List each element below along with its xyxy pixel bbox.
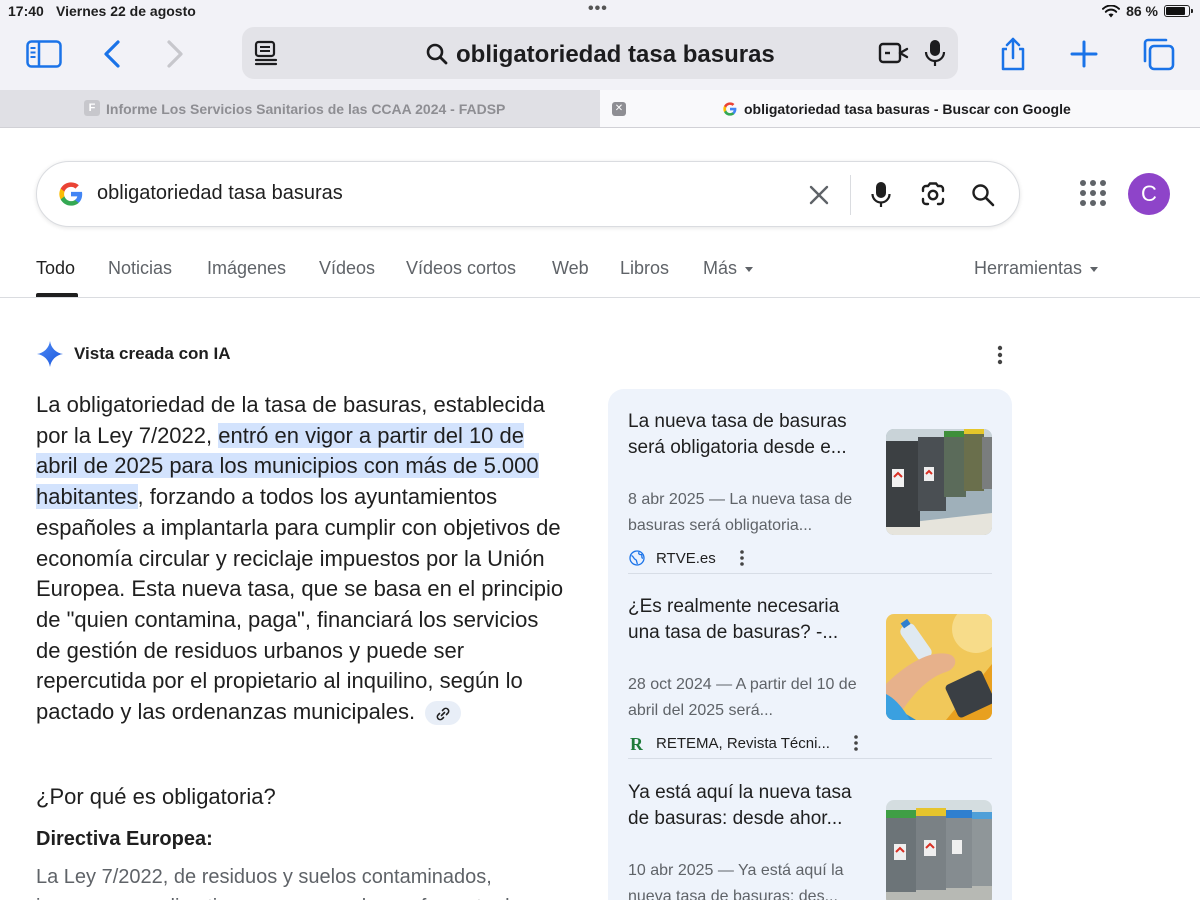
source-title[interactable]: ¿Es realmente necesaria una tasa de basu… bbox=[628, 594, 872, 646]
sidebar-icon[interactable] bbox=[24, 36, 64, 72]
source-site: R RETEMA, Revista Técni... bbox=[628, 732, 866, 754]
search-input[interactable]: obligatoriedad tasa basuras bbox=[97, 182, 343, 205]
multitasking-dots-icon[interactable]: ••• bbox=[588, 0, 608, 18]
ai-sources-panel: La nueva tasa de basuras será obligatori… bbox=[608, 389, 1012, 900]
google-apps-icon[interactable] bbox=[1078, 178, 1108, 208]
tabs-overview-icon[interactable] bbox=[1138, 36, 1178, 72]
tools-button[interactable]: Herramientas bbox=[974, 258, 1099, 279]
source-card[interactable]: La nueva tasa de basuras será obligatori… bbox=[628, 409, 992, 575]
ai-text-rest: , forzando a todos los ayuntamientos esp… bbox=[36, 484, 564, 725]
tab-noticias[interactable]: Noticias bbox=[108, 258, 172, 279]
search-divider bbox=[850, 175, 851, 215]
tab-videos[interactable]: Vídeos bbox=[319, 258, 375, 279]
tab-web[interactable]: Web bbox=[552, 258, 589, 279]
status-date: Viernes 22 de agosto bbox=[56, 3, 196, 19]
account-avatar[interactable]: C bbox=[1128, 173, 1170, 215]
svg-text:R: R bbox=[630, 734, 644, 752]
tab-google-search[interactable]: ✕ obligatoriedad tasa basuras - Buscar c… bbox=[600, 90, 1200, 127]
search-nav-tabs: Todo Noticias Imágenes Vídeos Vídeos cor… bbox=[0, 258, 1200, 298]
source-title[interactable]: Ya está aquí la nueva tasa de basuras: d… bbox=[628, 780, 872, 832]
lens-search-icon[interactable] bbox=[917, 179, 949, 211]
page-menu-icon[interactable] bbox=[254, 40, 278, 66]
tab-videos-cortos[interactable]: Vídeos cortos bbox=[406, 258, 516, 279]
citation-link-icon[interactable] bbox=[425, 701, 462, 726]
tab-title: Informe Los Servicios Sanitarios de las … bbox=[106, 101, 506, 117]
battery-icon bbox=[1164, 5, 1193, 17]
more-options-icon[interactable] bbox=[990, 344, 1010, 366]
more-options-icon[interactable] bbox=[846, 734, 866, 752]
source-site-name: RTVE.es bbox=[656, 549, 716, 567]
source-snippet: 28 oct 2024 — A partir del 10 de abril d… bbox=[628, 676, 857, 719]
status-indicators: 86 % bbox=[1102, 3, 1193, 19]
wifi-icon bbox=[1102, 4, 1121, 17]
source-thumbnail[interactable] bbox=[886, 800, 992, 900]
share-icon[interactable] bbox=[993, 36, 1033, 72]
search-submit-icon[interactable] bbox=[967, 179, 999, 211]
clear-search-icon[interactable] bbox=[803, 179, 835, 211]
source-card[interactable]: Ya está aquí la nueva tasa de basuras: d… bbox=[628, 780, 992, 900]
back-icon[interactable] bbox=[92, 36, 132, 72]
source-snippet: 8 abr 2025 — La nueva tasa de basuras se… bbox=[628, 491, 853, 534]
tab-bar: F Informe Los Servicios Sanitarios de la… bbox=[0, 90, 1200, 128]
source-card[interactable]: ¿Es realmente necesaria una tasa de basu… bbox=[628, 594, 992, 760]
tab-imagenes[interactable]: Imágenes bbox=[207, 258, 286, 279]
microphone-icon[interactable] bbox=[924, 39, 946, 67]
ai-overview-header: Vista creada con IA bbox=[36, 339, 231, 369]
status-bar: 17:40 Viernes 22 de agosto ••• 86 % bbox=[0, 0, 1200, 22]
tab-mas-label: Más bbox=[703, 258, 738, 278]
active-tab-indicator bbox=[36, 293, 78, 297]
google-favicon-icon bbox=[723, 102, 737, 116]
ai-overview-text: La obligatoriedad de la tasa de basuras,… bbox=[36, 390, 566, 728]
source-snippet: 10 abr 2025 — Ya está aquí la nueva tasa… bbox=[628, 862, 844, 900]
gemini-sparkle-icon bbox=[37, 341, 63, 367]
address-bar[interactable]: obligatoriedad tasa basuras bbox=[242, 27, 958, 79]
google-search-box[interactable]: obligatoriedad tasa basuras bbox=[36, 161, 1020, 227]
source-site-name: RETEMA, Revista Técni... bbox=[656, 734, 830, 752]
reader-icon[interactable] bbox=[878, 41, 910, 65]
ai-overview-title: Vista creada con IA bbox=[74, 344, 231, 363]
more-options-icon[interactable] bbox=[732, 549, 752, 567]
battery-level bbox=[1166, 7, 1185, 15]
new-tab-icon[interactable] bbox=[1064, 36, 1104, 72]
source-divider bbox=[628, 573, 992, 574]
section-heading: ¿Por qué es obligatoria? bbox=[36, 784, 276, 809]
section-body: La Ley 7/2022, de residuos y suelos cont… bbox=[36, 866, 521, 900]
source-title[interactable]: La nueva tasa de basuras será obligatori… bbox=[628, 409, 872, 461]
source-site: RTVE.es bbox=[628, 547, 752, 569]
close-tab-icon[interactable]: ✕ bbox=[612, 102, 626, 116]
tools-label: Herramientas bbox=[974, 258, 1083, 278]
source-divider bbox=[628, 758, 992, 759]
tab-libros[interactable]: Libros bbox=[620, 258, 669, 279]
tab-title: obligatoriedad tasa basuras - Buscar con… bbox=[744, 101, 1071, 117]
browser-toolbar: obligatoriedad tasa basuras bbox=[0, 22, 1200, 90]
battery-percent: 86 % bbox=[1126, 3, 1158, 19]
google-logo-icon bbox=[59, 182, 83, 206]
source-thumbnail[interactable] bbox=[886, 429, 992, 535]
tab-fadsp[interactable]: F Informe Los Servicios Sanitarios de la… bbox=[0, 90, 600, 127]
section-subheading: Directiva Europea: bbox=[36, 828, 213, 850]
tab-favicon: F bbox=[84, 100, 100, 116]
source-thumbnail[interactable] bbox=[886, 614, 992, 720]
globe-icon bbox=[629, 550, 645, 566]
address-text[interactable]: obligatoriedad tasa basuras bbox=[456, 41, 775, 69]
chevron-down-icon bbox=[745, 266, 754, 272]
voice-search-icon[interactable] bbox=[865, 179, 897, 211]
chevron-down-icon bbox=[1090, 266, 1099, 272]
status-time: 17:40 bbox=[8, 3, 44, 19]
retema-logo-icon: R bbox=[630, 734, 644, 752]
tab-mas[interactable]: Más bbox=[703, 258, 754, 279]
forward-icon[interactable] bbox=[155, 36, 195, 72]
search-icon bbox=[426, 43, 448, 65]
tab-todo[interactable]: Todo bbox=[36, 258, 75, 279]
